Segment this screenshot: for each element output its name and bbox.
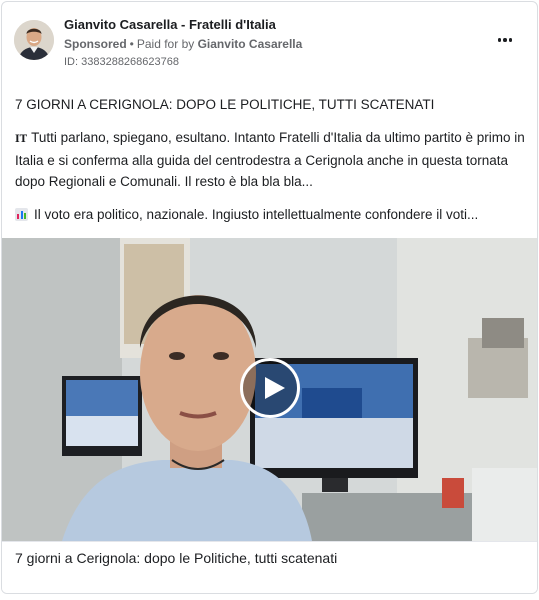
ad-id: ID: 3383288268623768 (64, 56, 179, 68)
more-dot-icon (508, 38, 513, 42)
ad-headline: 7 GIORNI A CERIGNOLA: DOPO LE POLITICHE,… (15, 97, 435, 112)
page-avatar[interactable] (14, 20, 54, 60)
more-dot-icon (503, 38, 507, 42)
ad-header: Gianvito Casarella - Fratelli d'Italia S… (2, 2, 537, 82)
play-button[interactable] (240, 358, 300, 418)
sponsored-line: Sponsored • Paid for by Gianvito Casarella (64, 37, 302, 51)
separator-dot: • (129, 37, 134, 51)
page-name-link[interactable]: Gianvito Casarella - Fratelli d'Italia (64, 17, 276, 32)
paid-for-label: Paid for by (136, 37, 195, 51)
payer-name: Gianvito Casarella (197, 37, 303, 51)
ad-paragraph-2: Il voto era politico, nazionale. Ingiust… (15, 204, 529, 225)
more-options-button[interactable] (495, 32, 515, 48)
bar-chart-icon (15, 208, 28, 221)
more-dot-icon (497, 38, 502, 42)
video-player[interactable] (2, 238, 537, 541)
video-caption[interactable]: 7 giorni a Cerignola: dopo le Politiche,… (2, 541, 537, 593)
paragraph-1-text: Tutti parlano, spiegano, esultano. Intan… (15, 130, 525, 189)
ad-card: Gianvito Casarella - Fratelli d'Italia S… (1, 1, 538, 594)
ad-body-text: 7 GIORNI A CERIGNOLA: DOPO LE POLITICHE,… (15, 94, 529, 237)
ad-paragraph-1: IT Tutti parlano, spiegano, esultano. Int… (15, 127, 529, 192)
sponsored-label: Sponsored (64, 37, 127, 51)
italy-flag-icon: IT (15, 134, 28, 145)
paragraph-2-text: Il voto era politico, nazionale. Ingiust… (34, 207, 479, 222)
